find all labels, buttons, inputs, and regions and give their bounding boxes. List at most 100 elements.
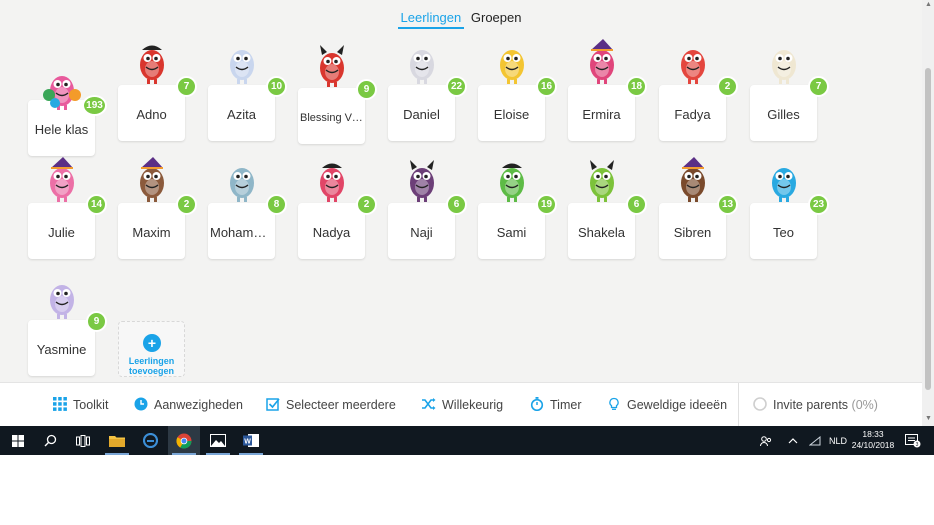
points-badge: 6 bbox=[446, 194, 467, 215]
language-indicator[interactable]: NLD bbox=[829, 426, 847, 455]
points-badge: 13 bbox=[717, 194, 738, 215]
invite-parents-button[interactable]: Invite parents (0%) bbox=[753, 397, 878, 412]
classroom-app: Leerlingen Groepen Hele klas 193 Adno 7 Azit… bbox=[0, 0, 922, 382]
scrollbar-thumb[interactable] bbox=[925, 68, 931, 390]
invite-parents-label: Invite parents bbox=[773, 398, 849, 412]
photos-icon[interactable] bbox=[202, 426, 234, 455]
browser-edge-icon[interactable] bbox=[134, 426, 166, 455]
student-card[interactable]: Maxim 2 bbox=[118, 157, 197, 259]
student-card[interactable]: Teo 23 bbox=[750, 168, 829, 259]
tab-groepen[interactable]: Groepen bbox=[468, 10, 525, 27]
student-name: Shakela bbox=[578, 225, 625, 240]
student-card[interactable]: Sibren 13 bbox=[659, 157, 738, 259]
student-name: Ermira bbox=[582, 107, 621, 122]
clock[interactable]: 18:33 24/10/2018 bbox=[848, 429, 898, 451]
add-students-label: Leerlingen toevoegen bbox=[128, 356, 175, 376]
student-name: Mohammed bbox=[210, 225, 275, 240]
blue-monster-icon bbox=[772, 168, 796, 202]
student-name: Yasmine bbox=[36, 342, 87, 357]
random-label: Willekeurig bbox=[442, 398, 504, 412]
yellow-monster-icon bbox=[500, 50, 524, 84]
screen: Leerlingen Groepen Hele klas 193 Adno 7 Azit… bbox=[0, 0, 934, 455]
word-icon[interactable]: W bbox=[235, 426, 267, 455]
student-card[interactable]: Fadya 2 bbox=[659, 50, 738, 141]
toolkit-button[interactable]: Toolkit bbox=[53, 397, 108, 412]
task-view-icon[interactable] bbox=[67, 426, 99, 455]
toolbar-divider bbox=[738, 383, 739, 427]
student-name: Daniel bbox=[403, 107, 440, 122]
group-monsters-icon bbox=[43, 76, 81, 110]
invite-parents-percent: (0%) bbox=[851, 398, 878, 412]
add-students-button[interactable]: + Leerlingen toevoegen bbox=[118, 321, 185, 377]
bottom-toolbar: Toolkit Aanwezigheden Selecteer meerdere… bbox=[0, 382, 922, 427]
network-icon[interactable] bbox=[809, 426, 821, 455]
points-badge: 6 bbox=[626, 194, 647, 215]
points-badge: 7 bbox=[808, 76, 829, 97]
student-card[interactable]: Naji 6 bbox=[388, 160, 467, 259]
student-card[interactable]: Adno 7 bbox=[118, 45, 197, 141]
points-badge: 7 bbox=[176, 76, 197, 97]
select-multiple-button[interactable]: Selecteer meerdere bbox=[266, 397, 396, 412]
scroll-up-icon[interactable]: ▲ bbox=[925, 1, 932, 8]
windows-start-icon[interactable] bbox=[2, 426, 34, 455]
student-card[interactable]: Eloise 16 bbox=[478, 50, 557, 141]
points-badge: 10 bbox=[266, 76, 287, 97]
student-card[interactable]: Mohammed 8 bbox=[208, 168, 287, 259]
toolkit-label: Toolkit bbox=[73, 398, 109, 412]
student-card[interactable]: Yasmine 9 bbox=[28, 285, 107, 376]
attendance-button[interactable]: Aanwezigheden bbox=[134, 397, 243, 412]
student-card[interactable]: Gilles 7 bbox=[750, 50, 829, 141]
student-card[interactable]: Azita 10 bbox=[208, 50, 287, 141]
points-badge: 18 bbox=[626, 76, 647, 97]
witch-monster-icon bbox=[681, 157, 705, 202]
student-card[interactable]: Sami 19 bbox=[478, 163, 557, 259]
tab-leerlingen[interactable]: Leerlingen bbox=[397, 10, 465, 29]
great-ideas-button[interactable]: Geweldige ideeën bbox=[607, 397, 727, 412]
points-badge: 14 bbox=[86, 194, 107, 215]
vertical-scrollbar[interactable]: ▲ ▼ bbox=[922, 0, 934, 426]
student-name: Nadya bbox=[312, 225, 351, 240]
student-card[interactable]: Blessing Vi... 9 bbox=[298, 45, 377, 144]
mummy-monster-icon bbox=[772, 50, 796, 84]
robot-monster-icon bbox=[230, 168, 254, 202]
student-name: Gilles bbox=[767, 107, 800, 122]
points-badge: 23 bbox=[808, 194, 829, 215]
devil-monster-icon bbox=[590, 160, 614, 202]
chrome-icon[interactable] bbox=[168, 426, 200, 455]
checkbox-icon bbox=[266, 398, 280, 411]
scroll-down-icon[interactable]: ▼ bbox=[925, 415, 932, 422]
points-badge: 193 bbox=[82, 95, 107, 116]
red-monster-icon bbox=[681, 50, 705, 84]
windows-taskbar: W NLD 18:33 24/10/2018 3 bbox=[0, 426, 934, 455]
student-card[interactable]: Ermira 18 bbox=[568, 39, 647, 141]
eyeball-monster-icon bbox=[410, 50, 434, 84]
clock-time: 18:33 bbox=[862, 429, 884, 439]
student-name: Julie bbox=[48, 225, 75, 240]
student-name: Adno bbox=[136, 107, 167, 122]
pirate-monster-icon bbox=[140, 45, 164, 84]
file-explorer-icon[interactable] bbox=[101, 426, 133, 455]
select-multiple-label: Selecteer meerdere bbox=[286, 398, 396, 412]
student-card[interactable]: Daniel 22 bbox=[388, 50, 467, 141]
svg-text:W: W bbox=[244, 439, 251, 446]
notification-center-icon[interactable]: 3 bbox=[905, 426, 921, 455]
student-name: Teo bbox=[773, 225, 794, 240]
student-card[interactable]: Hele klas 193 bbox=[28, 76, 107, 156]
student-name: Maxim bbox=[132, 225, 171, 240]
student-card[interactable]: Nadya 2 bbox=[298, 163, 377, 259]
random-button[interactable]: Willekeurig bbox=[422, 397, 503, 412]
student-name: Sibren bbox=[673, 225, 712, 240]
student-card[interactable]: Shakela 6 bbox=[568, 160, 647, 259]
student-name: Azita bbox=[227, 107, 256, 122]
points-badge: 2 bbox=[176, 194, 197, 215]
search-icon[interactable] bbox=[34, 426, 66, 455]
student-card[interactable]: Julie 14 bbox=[28, 157, 107, 259]
student-name: Sami bbox=[496, 225, 527, 240]
people-icon[interactable] bbox=[760, 426, 772, 455]
ghost-monster-icon bbox=[50, 285, 74, 319]
timer-button[interactable]: Timer bbox=[530, 397, 581, 412]
student-name: Blessing Vi... bbox=[300, 112, 364, 124]
chevron-up-icon[interactable] bbox=[788, 426, 798, 455]
points-badge: 8 bbox=[266, 194, 287, 215]
lightbulb-icon bbox=[609, 397, 619, 410]
